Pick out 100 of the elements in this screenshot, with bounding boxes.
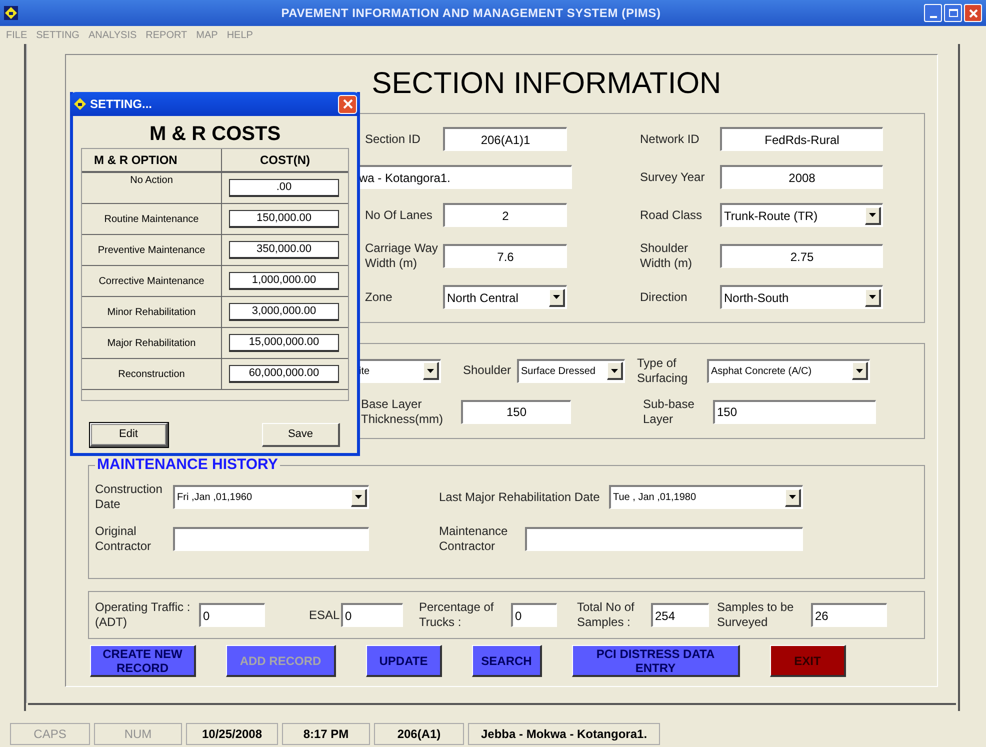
status-panel: CAPS — [10, 723, 90, 745]
dropdown-button[interactable] — [865, 206, 881, 224]
minimize-button[interactable] — [924, 4, 942, 22]
cost-field[interactable]: .00 — [229, 179, 339, 197]
text-field[interactable]: 0 — [511, 603, 557, 627]
dropdown-button[interactable] — [423, 362, 439, 380]
field-label: Sub-base Layer — [643, 396, 696, 426]
combo-box[interactable]: Tue , Jan ,01,1980 — [609, 485, 803, 509]
dropdown-button[interactable] — [852, 362, 868, 380]
text-field[interactable]: FedRds-Rural — [720, 127, 883, 151]
text-field[interactable]: 0 — [341, 603, 403, 627]
dropdown-button[interactable] — [785, 488, 801, 506]
caret-icon — [355, 495, 362, 499]
dropdown-button[interactable] — [351, 488, 367, 506]
maximize-button[interactable] — [944, 4, 962, 22]
field-label: Zone — [364, 290, 394, 304]
field-label: Type of Surfacing — [637, 356, 689, 386]
combo-box[interactable]: Fri ,Jan ,01,1960 — [173, 485, 369, 509]
action-button[interactable]: PCI DISTRESS DATA ENTRY — [572, 645, 740, 677]
field-label: Direction — [640, 290, 688, 304]
field-label: Percentage of Trucks : — [419, 600, 495, 630]
close-icon — [968, 8, 978, 18]
field-label: Shoulder Width (m) — [640, 241, 693, 271]
text-field[interactable]: 150 — [713, 400, 876, 424]
field-label: No Of Lanes — [364, 208, 434, 222]
cost-field[interactable]: 1,000,000.00 — [229, 272, 339, 290]
status-panel: NUM — [94, 723, 182, 745]
field-label: Operating Traffic : (ADT) — [95, 600, 192, 630]
field-label: ESAL — [309, 608, 341, 622]
column-header: M & R OPTION — [82, 149, 222, 171]
dialog-button[interactable]: Save — [262, 423, 340, 447]
field-label: Base Layer Thickness(mm) — [361, 396, 444, 426]
combo-box[interactable]: Surface Dressed — [517, 358, 625, 382]
app-logo-icon — [4, 6, 18, 20]
dialog-title: SETTING... — [90, 96, 154, 113]
close-button[interactable] — [338, 94, 357, 114]
text-field[interactable] — [173, 527, 369, 551]
text-field[interactable] — [525, 527, 803, 551]
combo-box[interactable]: Trunk-Route (TR) — [720, 203, 883, 227]
status-panel: Jebba - Mokwa - Kotangora1. — [468, 723, 660, 745]
dropdown-button[interactable] — [607, 362, 623, 380]
action-button[interactable]: UPDATE — [366, 645, 442, 677]
text-field[interactable]: 2008 — [720, 165, 883, 189]
cost-field[interactable]: 3,000,000.00 — [229, 303, 339, 321]
dialog-button[interactable]: Edit — [90, 423, 168, 447]
window-title: PAVEMENT INFORMATION AND MANAGEMENT SYSTEM (PIMS) — [280, 5, 662, 22]
action-button[interactable]: CREATE NEW RECORD — [90, 645, 196, 677]
text-field[interactable]: 26 — [811, 603, 887, 627]
app-logo-icon — [73, 97, 87, 111]
text-field[interactable]: 254 — [651, 603, 709, 627]
field-label: Maintenance Contractor — [439, 524, 509, 554]
action-button[interactable]: SEARCH — [472, 645, 542, 677]
status-panel: 206(A1) — [374, 723, 464, 745]
text-field[interactable]: 2.75 — [720, 244, 883, 268]
table-cell: Routine Maintenance — [82, 204, 222, 234]
close-icon — [342, 99, 352, 109]
field-label: Samples to be Surveyed — [717, 600, 795, 630]
combo-box[interactable]: North Central — [443, 285, 567, 309]
field-label: Network ID — [640, 132, 700, 146]
field-label: Shoulder — [463, 363, 512, 378]
form-heading: SECTION INFORMATION — [370, 67, 722, 101]
dialog-heading: M & R COSTS — [148, 122, 282, 146]
combo-box[interactable]: North-South — [720, 285, 883, 309]
cost-field[interactable]: 350,000.00 — [229, 241, 339, 259]
dropdown-button[interactable] — [865, 288, 881, 306]
caret-icon — [869, 213, 876, 217]
column-header: COST(N) — [259, 152, 311, 169]
caret-icon — [427, 368, 434, 372]
cost-field[interactable]: 60,000,000.00 — [229, 365, 339, 383]
status-panel: 8:17 PM — [282, 723, 370, 745]
caret-icon — [789, 495, 796, 499]
text-field[interactable]: 150 — [461, 400, 571, 424]
combo-box[interactable]: Asphat Concrete (A/C) — [707, 358, 870, 382]
dropdown-button[interactable] — [549, 288, 565, 306]
table-cell: Reconstruction — [82, 359, 222, 389]
caret-icon — [856, 368, 863, 372]
caret-icon — [553, 295, 560, 299]
text-field[interactable]: 206(A1)1 — [443, 127, 567, 151]
field-label: Construction Date — [95, 482, 164, 512]
close-button[interactable] — [964, 4, 982, 22]
field-label: Survey Year — [640, 170, 706, 184]
text-field[interactable]: 0 — [199, 603, 265, 627]
cost-field[interactable]: 150,000.00 — [229, 210, 339, 228]
table-cell: Preventive Maintenance — [82, 235, 222, 265]
caret-icon — [611, 368, 618, 372]
table-cell: No Action — [82, 173, 222, 203]
table-cell: Corrective Maintenance — [82, 266, 222, 296]
cost-field[interactable]: 15,000,000.00 — [229, 334, 339, 352]
table-cell: Minor Rehabilitation — [82, 297, 222, 327]
text-field[interactable]: 2 — [443, 203, 567, 227]
field-label: Section ID — [364, 132, 422, 146]
caret-icon — [869, 295, 876, 299]
text-field[interactable]: 7.6 — [443, 244, 567, 268]
field-label: Total No of Samples : — [577, 600, 636, 630]
field-label: Last Major Rehabilitation Date — [439, 490, 601, 504]
field-label: Road Class — [640, 208, 704, 222]
field-label: Original Contractor — [95, 524, 152, 554]
table-cell: Major Rehabilitation — [82, 328, 222, 358]
status-panel: 10/25/2008 — [186, 723, 278, 745]
field-label: Carriage Way Width (m) — [364, 241, 439, 271]
